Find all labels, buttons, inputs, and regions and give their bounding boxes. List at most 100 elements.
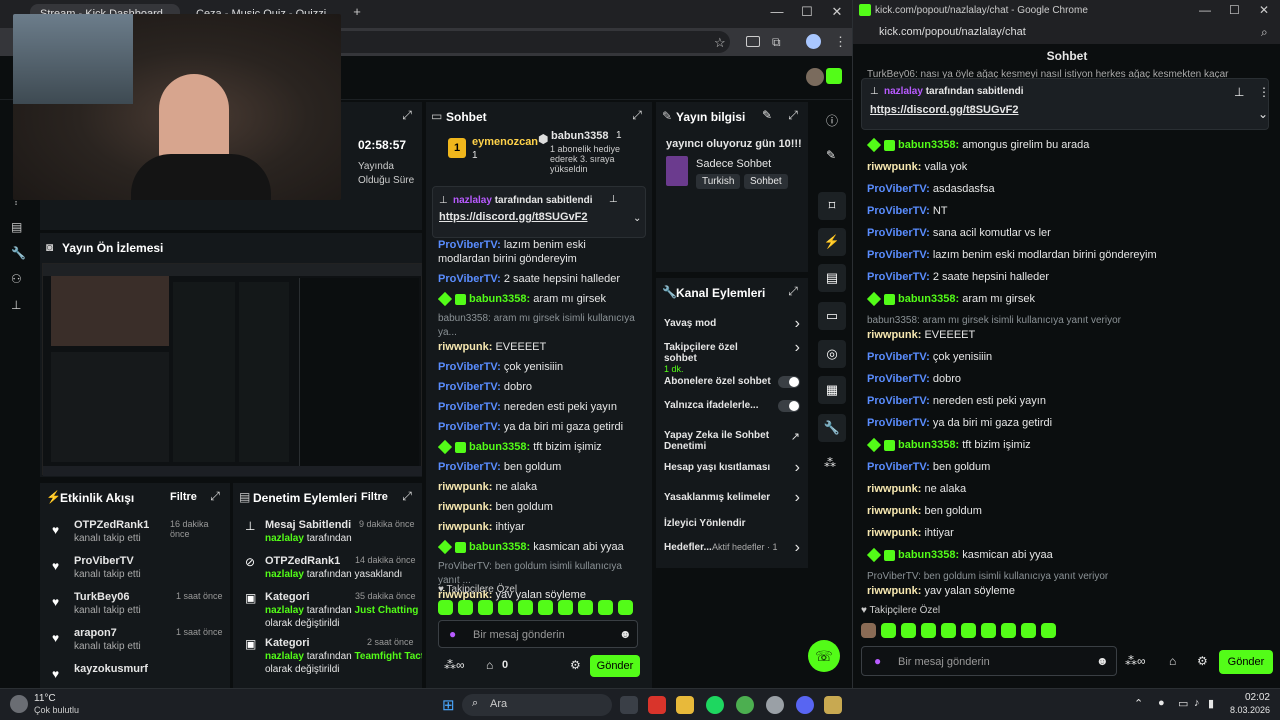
chat-username[interactable]: ProViberTV xyxy=(867,271,926,283)
chat-username[interactable]: babun3358 xyxy=(898,549,955,561)
toggle-switch[interactable] xyxy=(778,376,800,388)
pinned-link[interactable]: https://discord.gg/t8SUGvF2 xyxy=(439,211,588,223)
chat-message[interactable]: ProViberTV: ben goldum xyxy=(867,460,1271,482)
chat-username[interactable]: riwwpunk xyxy=(867,585,918,597)
maximize-button[interactable]: ☐ xyxy=(1229,3,1240,17)
chat-username[interactable]: ProViberTV xyxy=(867,417,926,429)
emote[interactable] xyxy=(498,600,513,616)
pinned-message[interactable]: ⊥ nazlalay tarafından sabitlendi ⊥ ⋮ htt… xyxy=(861,78,1270,130)
popout-icon[interactable]: ⤢ xyxy=(786,284,800,298)
chat-message[interactable]: babun3358: tft bizim işimiz xyxy=(866,438,1271,460)
wrench-button[interactable]: 🔧 xyxy=(818,414,846,442)
settings-icon[interactable]: ⚙ xyxy=(1197,654,1208,668)
chat-message[interactable]: riwwpunk: ne alaka xyxy=(867,482,1271,504)
emote[interactable] xyxy=(518,600,533,616)
chat-username[interactable]: babun3358 xyxy=(898,139,955,151)
emote[interactable] xyxy=(458,600,473,616)
chat-message[interactable]: riwwpunk: ne alaka xyxy=(438,480,646,494)
chat-username[interactable]: riwwpunk xyxy=(438,481,489,493)
chat-username[interactable]: babun3358 xyxy=(469,441,526,453)
chat-username[interactable]: ProViberTV xyxy=(438,239,497,251)
chat-message[interactable]: babun3358: kasmican abi yyaa xyxy=(438,540,646,555)
channel-action-item[interactable]: Hedefler... Aktif hedefler · 1 › xyxy=(664,540,800,568)
chat-username[interactable]: babun3358 xyxy=(469,541,526,553)
emote[interactable] xyxy=(1001,623,1016,639)
unpin-icon[interactable]: ⊥ xyxy=(1234,85,1244,99)
bolt-button[interactable]: ⚡ xyxy=(818,228,846,256)
cast-icon[interactable] xyxy=(746,36,760,47)
external-link-icon[interactable]: ↗ xyxy=(791,430,800,443)
chat-username[interactable]: ProViberTV xyxy=(867,205,926,217)
emote[interactable] xyxy=(981,623,996,639)
pinned-link[interactable]: https://discord.gg/t8SUGvF2 xyxy=(870,104,1019,116)
mic-icon[interactable]: ● xyxy=(449,627,456,641)
notes-button[interactable]: ▤ xyxy=(818,264,846,292)
zoom-icon[interactable]: ⌕ xyxy=(1261,25,1268,40)
network-icon[interactable]: ▭ xyxy=(1178,697,1188,710)
channel-action-item[interactable]: Yasaklanmış kelimeler › xyxy=(664,490,800,520)
chat-message[interactable]: ProViberTV: dobro xyxy=(867,372,1271,394)
store-icon[interactable]: ⌂ xyxy=(486,658,493,672)
chat-input[interactable]: ● Bir mesaj gönderin ☻ xyxy=(438,620,638,648)
info-icon[interactable]: ⓘ xyxy=(826,112,838,129)
filter-button[interactable]: Filtre xyxy=(170,491,197,503)
discord-icon[interactable] xyxy=(796,696,814,714)
popout-icon[interactable]: ⤢ xyxy=(786,108,800,122)
channel-action-item[interactable]: Takipçilere özel sohbet 1 dk. › xyxy=(664,340,800,375)
clips-icon[interactable]: ⊥ xyxy=(11,298,21,312)
chat-message[interactable]: ProViberTV: ben goldum isimli kullanıcıy… xyxy=(867,570,1271,606)
chat-username[interactable]: riwwpunk xyxy=(867,527,918,539)
chat-username[interactable]: ProViberTV xyxy=(867,351,926,363)
chat-username[interactable]: ProViberTV xyxy=(438,361,497,373)
close-button[interactable]: ✕ xyxy=(822,4,852,24)
points-icon[interactable]: ⁂∞ xyxy=(1125,654,1146,668)
settings-icon[interactable]: ⚙ xyxy=(570,658,581,672)
menu-icon[interactable]: ⋮ xyxy=(834,34,847,50)
chat-message[interactable]: ProViberTV: ya da biri mi gaza getirdi xyxy=(438,420,646,434)
pdf-app-icon[interactable] xyxy=(648,696,666,714)
chat-username[interactable]: riwwpunk xyxy=(867,505,918,517)
close-button[interactable]: ✕ xyxy=(1259,3,1269,17)
chat-message[interactable]: riwwpunk: ben goldum xyxy=(438,500,646,514)
chat-username[interactable]: ProViberTV xyxy=(438,461,497,473)
chat-username[interactable]: ProViberTV xyxy=(438,421,497,433)
chat-message[interactable]: ProViberTV: ya da biri mi gaza getirdi xyxy=(867,416,1271,438)
chat-username[interactable]: ProViberTV xyxy=(867,373,926,385)
star-icon[interactable]: ☆ xyxy=(714,35,726,51)
chat-username[interactable]: ProViberTV xyxy=(867,461,926,473)
edit-icon[interactable]: ✎ xyxy=(826,148,836,162)
chevron-right-icon[interactable]: › xyxy=(795,340,800,356)
task-view-icon[interactable] xyxy=(620,696,638,714)
emote[interactable] xyxy=(1041,623,1056,639)
pinned-message[interactable]: ⊥ nazlalay tarafından sabitlendi ⊥ https… xyxy=(432,186,646,238)
preview-video[interactable] xyxy=(42,263,422,476)
users-icon[interactable]: ⚇ xyxy=(11,272,22,286)
chat-message[interactable]: ProViberTV: asdasdasfsa xyxy=(867,182,1271,204)
chat-message[interactable]: babun3358: kasmican abi yyaa xyxy=(866,548,1271,570)
chat-username[interactable]: babun3358 xyxy=(898,293,955,305)
chat-username[interactable]: riwwpunk xyxy=(438,521,489,533)
emote[interactable] xyxy=(558,600,573,616)
chat-message[interactable]: ProViberTV: NT xyxy=(867,204,1271,226)
channel-action-item[interactable]: Hesap yaşı kısıtlaması › xyxy=(664,460,800,490)
steam-icon[interactable] xyxy=(766,696,784,714)
popout-icon[interactable]: ⤢ xyxy=(630,108,644,122)
mic-icon[interactable]: ● xyxy=(874,654,881,668)
chat-username[interactable]: ProViberTV xyxy=(867,183,926,195)
chat-username[interactable]: babun3358 xyxy=(469,293,526,305)
battery-icon[interactable]: ▮ xyxy=(1208,697,1214,710)
tag-chip[interactable]: Turkish xyxy=(696,174,741,189)
support-button[interactable]: ☏ xyxy=(808,640,840,672)
chat-username[interactable]: riwwpunk xyxy=(867,161,918,173)
chevron-up-icon[interactable]: ⌃ xyxy=(1134,697,1143,710)
chat-message[interactable]: ProViberTV: lazım benim eski modlardan b… xyxy=(438,238,646,266)
emote[interactable] xyxy=(598,600,613,616)
chat-message[interactable]: riwwpunk: ben goldum xyxy=(867,504,1271,526)
chat-username[interactable]: ProViberTV xyxy=(867,249,926,261)
chat-message[interactable]: babun3358: aram mı girsek xyxy=(866,292,1271,314)
minimize-button[interactable]: — xyxy=(1199,3,1211,17)
channel-action-item[interactable]: Yapay Zeka ile Sohbet Denetimi ↗ xyxy=(664,430,800,458)
chat-username[interactable]: ProViberTV xyxy=(438,273,497,285)
chat-username[interactable]: ProViberTV xyxy=(867,227,926,239)
emote[interactable] xyxy=(478,600,493,616)
